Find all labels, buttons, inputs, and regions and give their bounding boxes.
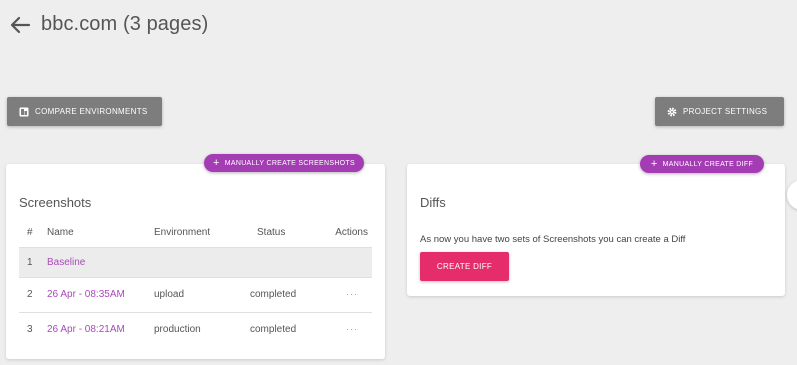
manually-create-screenshots-button[interactable]: + Manually Create Screenshots bbox=[204, 154, 364, 172]
manually-create-diff-button[interactable]: + Manually Create Diff bbox=[640, 155, 764, 173]
table-header-row: # Name Environment Status Actions bbox=[19, 218, 372, 248]
project-settings-label: Project Settings bbox=[683, 107, 768, 116]
column-header-status: Status bbox=[250, 218, 330, 248]
screenshots-table: # Name Environment Status Actions 1 Base… bbox=[19, 218, 372, 347]
project-settings-button[interactable]: Project Settings bbox=[655, 97, 784, 126]
diffs-message: As now you have two sets of Screenshots … bbox=[420, 234, 686, 245]
row-number: 3 bbox=[27, 324, 33, 336]
diffs-card: Diffs As now you have two sets of Screen… bbox=[407, 164, 785, 296]
row-number: 2 bbox=[19, 277, 43, 313]
screenshots-card: Screenshots # Name Environment Status Ac… bbox=[6, 164, 385, 359]
compare-icon bbox=[19, 107, 29, 117]
more-actions-icon[interactable]: ··· bbox=[346, 289, 368, 299]
compare-environments-label: Compare Environments bbox=[35, 107, 148, 116]
more-actions-icon[interactable]: ··· bbox=[346, 324, 368, 334]
screenshot-name-link[interactable]: 26 Apr - 08:35AM bbox=[47, 289, 125, 300]
row-actions bbox=[330, 247, 372, 278]
floating-action-button[interactable] bbox=[787, 180, 797, 210]
diffs-title: Diffs bbox=[420, 195, 446, 210]
manually-create-screenshots-label: Manually Create Screenshots bbox=[224, 159, 355, 167]
screenshots-title: Screenshots bbox=[19, 195, 92, 210]
manually-create-diff-label: Manually Create Diff bbox=[662, 160, 754, 168]
plus-icon: + bbox=[650, 157, 658, 170]
arrow-left-icon[interactable] bbox=[9, 14, 31, 36]
create-diff-button[interactable]: Create Diff bbox=[420, 252, 509, 281]
column-header-name: Name bbox=[43, 218, 154, 248]
column-header-actions: Actions bbox=[330, 218, 372, 248]
table-row[interactable]: 2 26 Apr - 08:35AM upload completed ··· bbox=[19, 277, 372, 313]
page-title: bbc.com (3 pages) bbox=[41, 13, 209, 35]
gear-icon bbox=[667, 107, 677, 117]
row-environment: upload bbox=[154, 277, 250, 313]
row-status: completed bbox=[250, 277, 330, 313]
screenshot-name-link[interactable]: 26 Apr - 08:21AM bbox=[47, 324, 125, 335]
page-header: bbc.com (3 pages) bbox=[9, 13, 208, 36]
column-header-num: # bbox=[19, 218, 43, 248]
table-row[interactable]: 3 26 Apr - 08:21AM production completed … bbox=[19, 312, 372, 347]
table-row[interactable]: 1 Baseline bbox=[19, 247, 372, 278]
column-header-environment: Environment bbox=[154, 218, 250, 248]
row-number: 1 bbox=[19, 247, 43, 278]
screenshot-name-link[interactable]: Baseline bbox=[47, 257, 85, 268]
plus-icon: + bbox=[213, 156, 220, 169]
row-status: completed bbox=[250, 324, 297, 336]
row-status bbox=[250, 247, 330, 278]
row-environment: production bbox=[154, 324, 201, 336]
compare-environments-button[interactable]: Compare Environments bbox=[7, 97, 162, 126]
row-environment bbox=[154, 247, 250, 278]
